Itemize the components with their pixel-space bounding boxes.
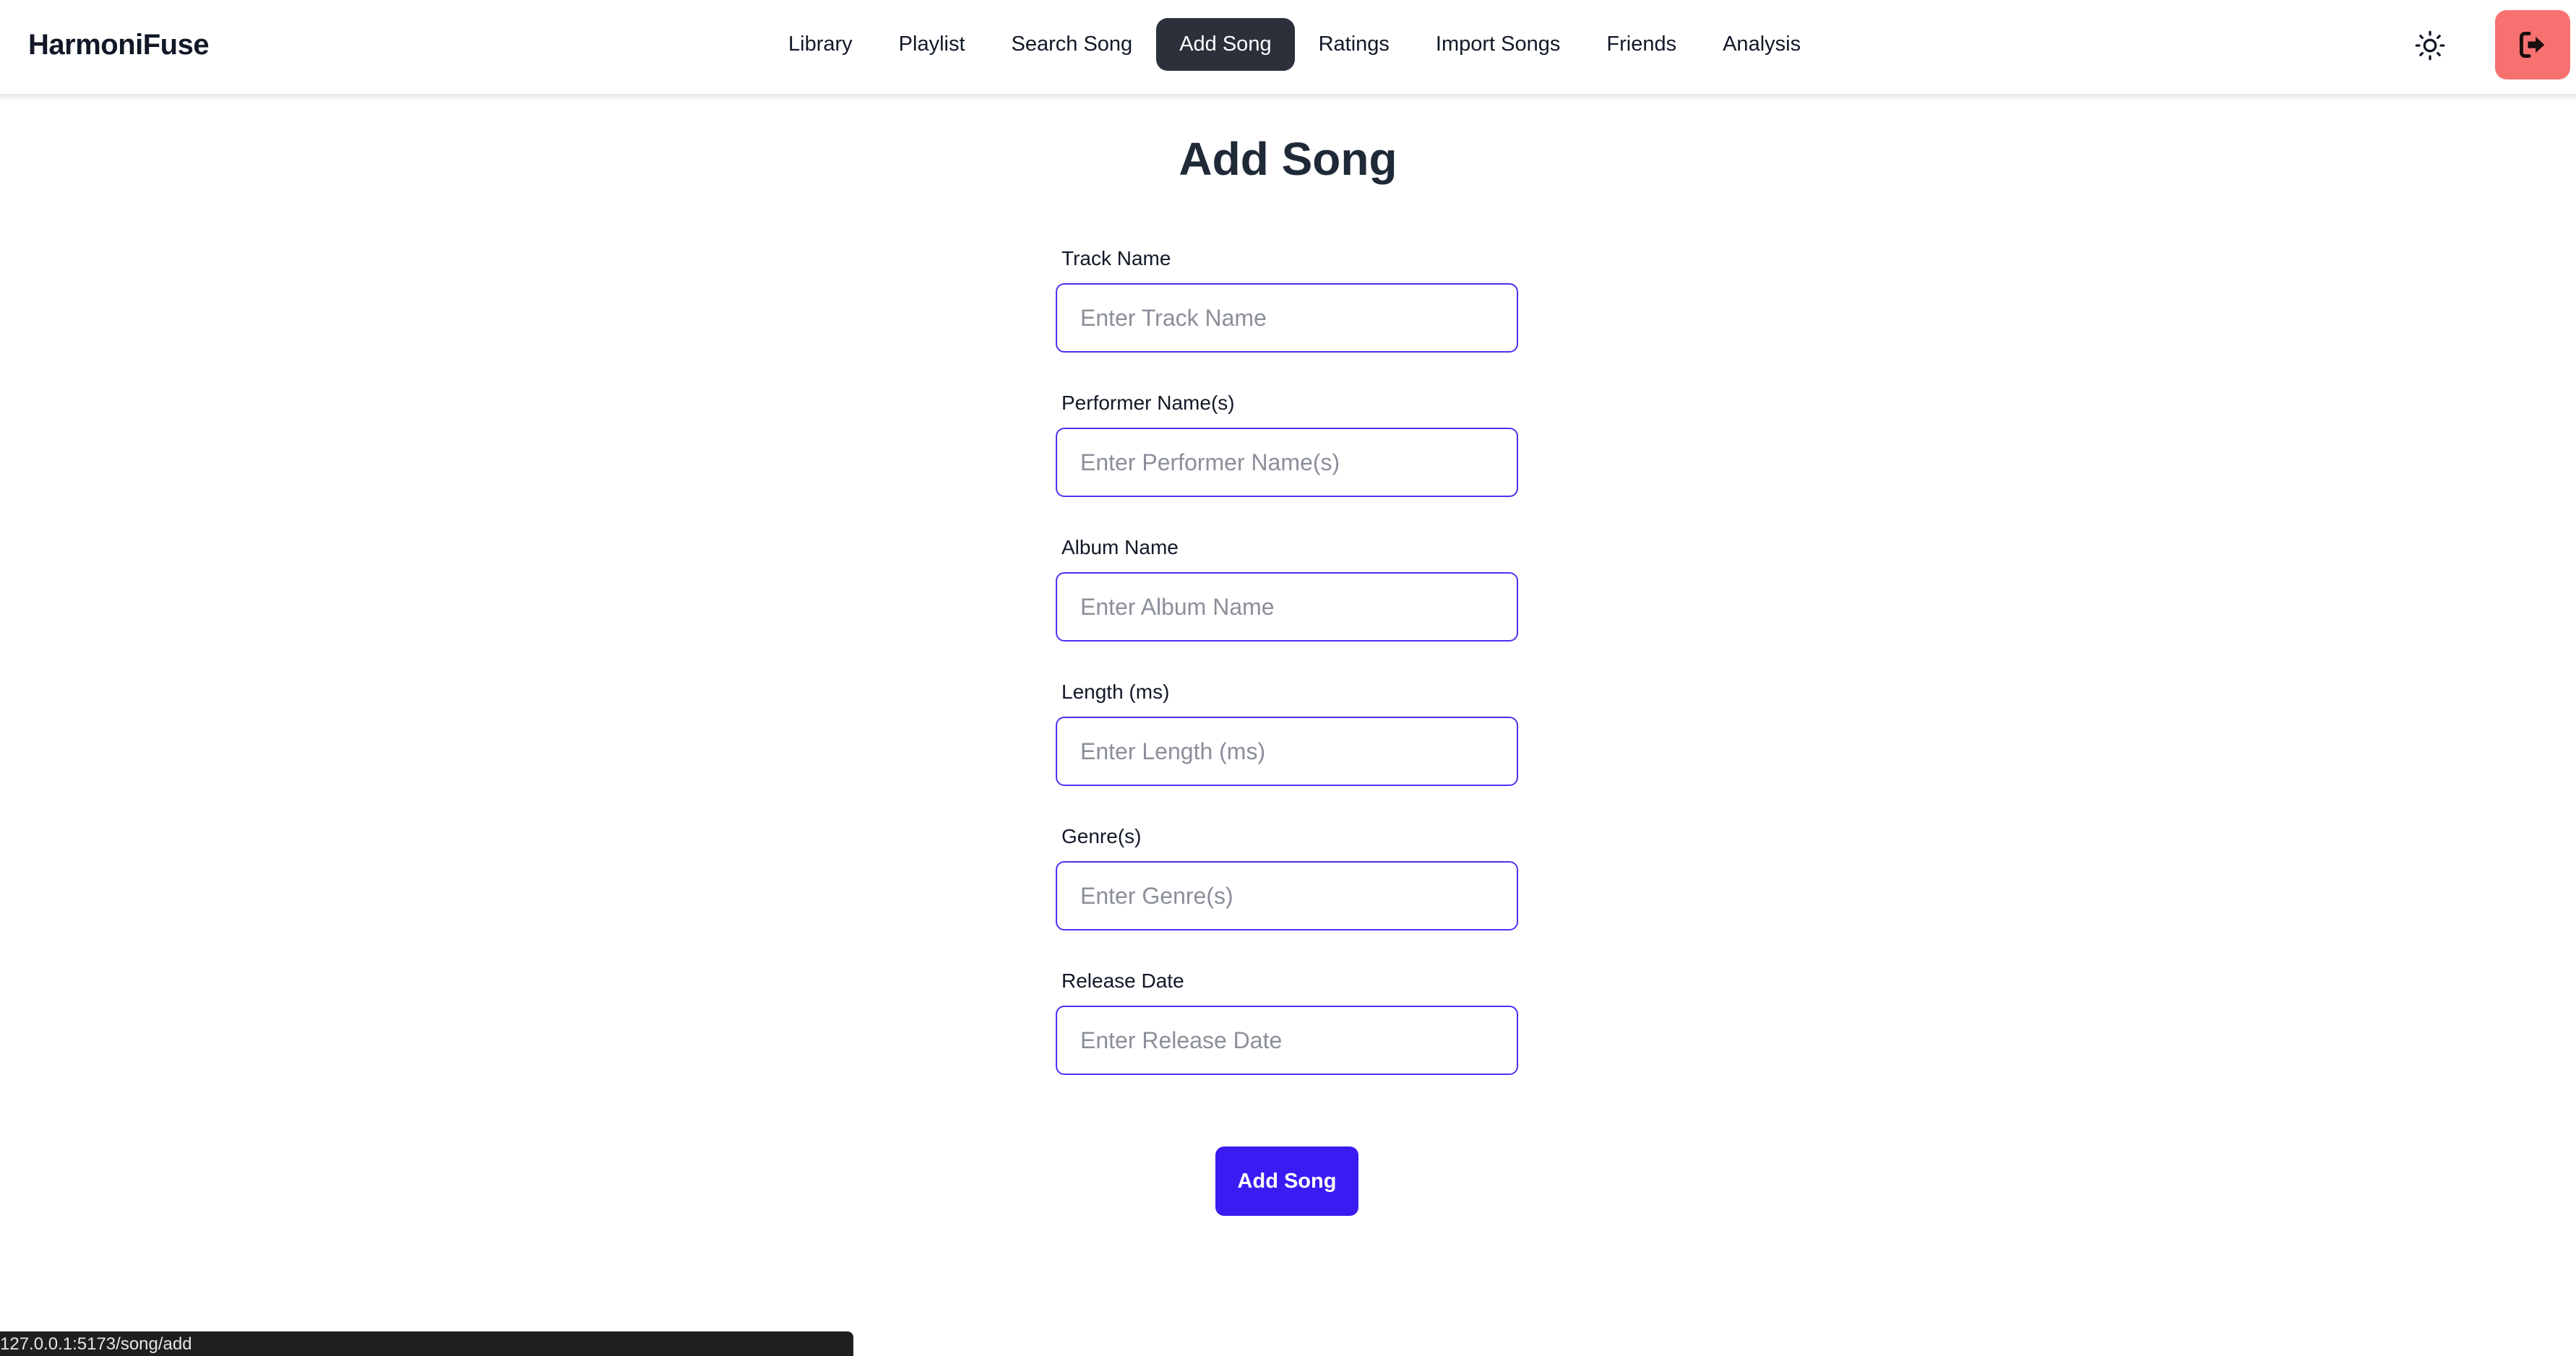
length-label: Length (ms) — [1061, 681, 1170, 703]
main-nav: Library Playlist Search Song Add Song Ra… — [765, 18, 1824, 71]
nav-item-search-song[interactable]: Search Song — [988, 18, 1156, 71]
genre-input[interactable] — [1056, 861, 1518, 930]
track-name-label: Track Name — [1061, 247, 1171, 269]
nav-item-import-songs[interactable]: Import Songs — [1413, 18, 1583, 71]
nav-item-friends[interactable]: Friends — [1583, 18, 1700, 71]
nav-item-library[interactable]: Library — [765, 18, 876, 71]
genre-label: Genre(s) — [1061, 825, 1142, 847]
track-name-input[interactable] — [1056, 283, 1518, 353]
release-date-field-group: Release Date — [1056, 965, 1518, 1110]
nav-item-analysis[interactable]: Analysis — [1700, 18, 1824, 71]
browser-status-url: 127.0.0.1:5173/song/add — [0, 1331, 853, 1356]
brand-logo[interactable]: HarmoniFuse — [28, 29, 210, 61]
page-title: Add Song — [1179, 133, 1397, 185]
performer-name-label: Performer Name(s) — [1061, 392, 1235, 414]
length-input[interactable] — [1056, 717, 1518, 786]
release-date-input[interactable] — [1056, 1006, 1518, 1075]
nav-item-add-song[interactable]: Add Song — [1156, 18, 1295, 71]
add-song-form: Track Name Performer Name(s) Album Name … — [1056, 243, 1518, 1110]
top-navbar: HarmoniFuse Library Playlist Search Song… — [0, 0, 2576, 95]
logout-button[interactable] — [2495, 10, 2570, 79]
theme-toggle-button[interactable] — [2410, 25, 2450, 66]
performer-name-field-group: Performer Name(s) — [1056, 387, 1518, 532]
logout-icon — [2520, 32, 2545, 58]
genre-field-group: Genre(s) — [1056, 821, 1518, 965]
album-name-field-group: Album Name — [1056, 532, 1518, 676]
performer-name-input[interactable] — [1056, 428, 1518, 497]
sun-icon — [2415, 30, 2445, 61]
track-name-field-group: Track Name — [1056, 243, 1518, 387]
album-name-input[interactable] — [1056, 572, 1518, 642]
add-song-submit-button[interactable]: Add Song — [1215, 1146, 1358, 1216]
nav-item-playlist[interactable]: Playlist — [876, 18, 988, 71]
length-field-group: Length (ms) — [1056, 676, 1518, 821]
nav-item-ratings[interactable]: Ratings — [1296, 18, 1413, 71]
release-date-label: Release Date — [1061, 970, 1184, 992]
album-name-label: Album Name — [1061, 536, 1179, 558]
